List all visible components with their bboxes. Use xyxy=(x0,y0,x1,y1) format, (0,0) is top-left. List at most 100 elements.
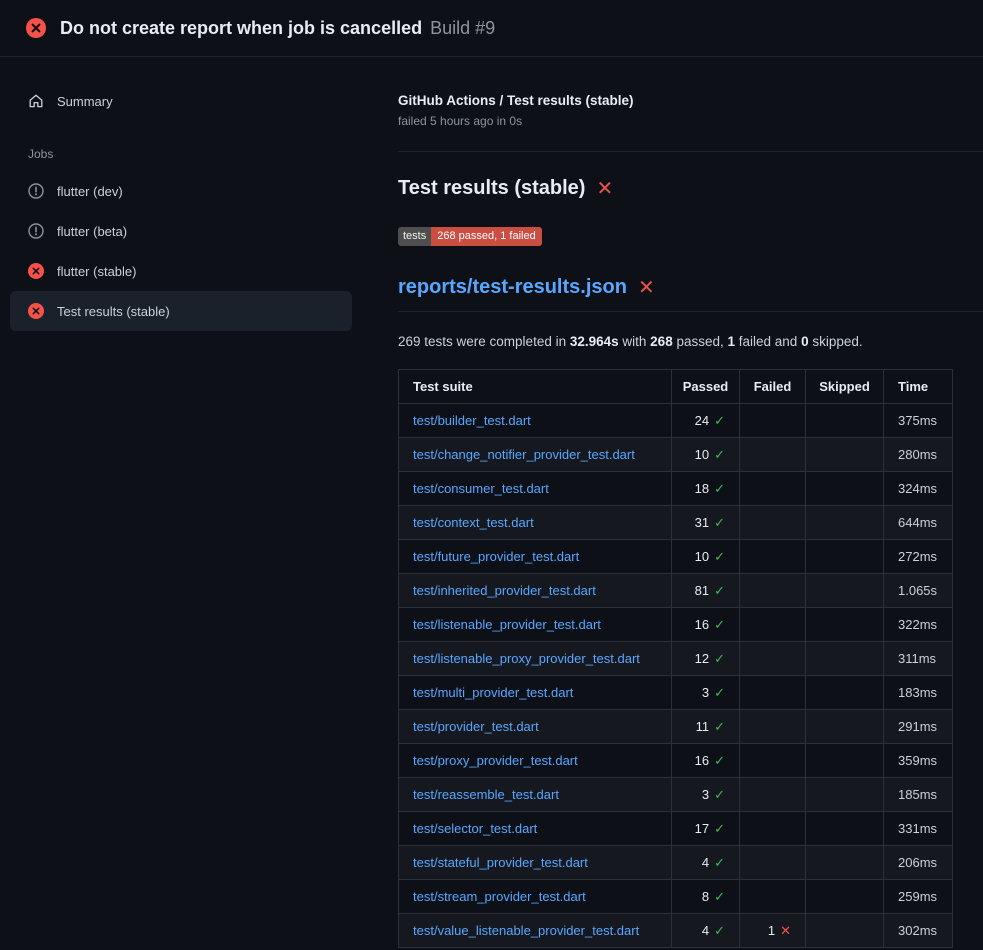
failed-cell xyxy=(740,778,806,812)
suite-cell: test/stream_provider_test.dart xyxy=(399,880,672,914)
passed-count: 4 xyxy=(702,923,709,938)
suite-cell: test/multi_provider_test.dart xyxy=(399,676,672,710)
passed-count: 24 xyxy=(695,413,709,428)
passed-count: 10 xyxy=(695,447,709,462)
fail-x-icon: ✕ xyxy=(780,923,791,938)
suite-cell: test/context_test.dart xyxy=(399,506,672,540)
passed-count: 11 xyxy=(696,719,710,734)
check-icon: ✓ xyxy=(714,481,725,496)
suite-link[interactable]: test/change_notifier_provider_test.dart xyxy=(413,447,635,462)
passed-cell: 16✓ xyxy=(672,608,740,642)
sidebar-item-summary[interactable]: Summary xyxy=(10,81,352,121)
suite-link[interactable]: test/context_test.dart xyxy=(413,515,534,530)
suite-link[interactable]: test/multi_provider_test.dart xyxy=(413,685,573,700)
passed-cell: 4✓ xyxy=(672,846,740,880)
table-row: test/consumer_test.dart 18✓ 324ms xyxy=(399,472,953,506)
passed-count: 8 xyxy=(702,889,709,904)
suite-link[interactable]: test/stateful_provider_test.dart xyxy=(413,855,588,870)
time-cell: 280ms xyxy=(884,438,953,472)
column-header-failed: Failed xyxy=(740,370,806,404)
suite-link[interactable]: test/inherited_provider_test.dart xyxy=(413,583,596,598)
time-value: 185ms xyxy=(898,787,937,802)
skipped-cell xyxy=(806,506,884,540)
suite-cell: test/future_provider_test.dart xyxy=(399,540,672,574)
passed-count: 4 xyxy=(702,855,709,870)
suite-link[interactable]: test/listenable_provider_test.dart xyxy=(413,617,601,632)
passed-cell: 17✓ xyxy=(672,812,740,846)
check-icon: ✓ xyxy=(714,855,725,870)
time-value: 206ms xyxy=(898,855,937,870)
sidebar-item-flutter-dev[interactable]: flutter (dev) xyxy=(10,171,352,211)
passed-cell: 8✓ xyxy=(672,880,740,914)
suite-link[interactable]: test/selector_test.dart xyxy=(413,821,537,836)
failed-cell xyxy=(740,438,806,472)
failed-cell xyxy=(740,608,806,642)
report-heading: reports/test-results.json ✕ xyxy=(398,276,983,312)
sidebar-item-label: Test results (stable) xyxy=(57,304,170,319)
section-title-text: Test results (stable) xyxy=(398,177,585,200)
skipped-cell xyxy=(806,846,884,880)
sidebar-item-test-results-stable[interactable]: Test results (stable) xyxy=(10,291,352,331)
suite-link[interactable]: test/reassemble_test.dart xyxy=(413,787,559,802)
passed-count: 16 xyxy=(695,753,709,768)
suite-link[interactable]: test/provider_test.dart xyxy=(413,719,539,734)
failed-cell xyxy=(740,744,806,778)
table-row: test/proxy_provider_test.dart 16✓ 359ms xyxy=(399,744,953,778)
suite-link[interactable]: test/future_provider_test.dart xyxy=(413,549,579,564)
sidebar-item-label: Summary xyxy=(57,94,113,109)
suite-cell: test/value_listenable_provider_test.dart xyxy=(399,914,672,948)
suite-cell: test/listenable_proxy_provider_test.dart xyxy=(399,642,672,676)
suite-link[interactable]: test/stream_provider_test.dart xyxy=(413,889,586,904)
skipped-cell xyxy=(806,438,884,472)
failed-circle-x-icon xyxy=(28,303,44,319)
time-cell: 644ms xyxy=(884,506,953,540)
failed-cell xyxy=(740,506,806,540)
skipped-cell xyxy=(806,778,884,812)
suite-link[interactable]: test/listenable_proxy_provider_test.dart xyxy=(413,651,640,666)
failed-cell xyxy=(740,540,806,574)
passed-cell: 12 ✓ xyxy=(672,642,740,676)
check-icon: ✓ xyxy=(714,583,725,598)
suite-link[interactable]: test/proxy_provider_test.dart xyxy=(413,753,578,768)
failed-cell xyxy=(740,846,806,880)
time-cell: 359ms xyxy=(884,744,953,778)
failed-cell xyxy=(740,880,806,914)
time-value: 359ms xyxy=(898,753,937,768)
passed-count: 10 xyxy=(695,549,709,564)
cross-mark-icon: ✕ xyxy=(596,179,613,199)
passed-cell: 10✓ xyxy=(672,438,740,472)
passed-cell: 10✓ xyxy=(672,540,740,574)
sidebar-item-label: flutter (dev) xyxy=(57,184,123,199)
report-file-link[interactable]: reports/test-results.json xyxy=(398,276,627,299)
suite-link[interactable]: test/value_listenable_provider_test.dart xyxy=(413,923,639,938)
passed-count: 12 xyxy=(695,651,709,666)
table-row: test/reassemble_test.dart 3✓ 185ms xyxy=(399,778,953,812)
sidebar-item-label: flutter (beta) xyxy=(57,224,127,239)
time-cell: 302ms xyxy=(884,914,953,948)
suite-cell: test/provider_test.dart xyxy=(399,710,672,744)
check-icon: ✓ xyxy=(714,651,725,666)
summary-passed-count: 268 xyxy=(650,334,673,349)
sidebar-item-flutter-stable[interactable]: flutter (stable) xyxy=(10,251,352,291)
skipped-cell xyxy=(806,472,884,506)
check-icon: ✓ xyxy=(714,923,725,938)
sidebar-item-flutter-beta[interactable]: flutter (beta) xyxy=(10,211,352,251)
suite-cell: test/selector_test.dart xyxy=(399,812,672,846)
time-value: 259ms xyxy=(898,889,937,904)
summary-failed-count: 1 xyxy=(728,334,736,349)
passed-count: 81 xyxy=(695,583,709,598)
table-row: test/provider_test.dart 11✓ 291ms xyxy=(399,710,953,744)
sidebar-item-label: flutter (stable) xyxy=(57,264,136,279)
results-table-body: test/builder_test.dart 24✓ 375ms test/ch… xyxy=(399,404,953,948)
neutral-alert-icon xyxy=(28,223,44,239)
passed-cell: 3✓ xyxy=(672,676,740,710)
tests-status-badge: tests 268 passed, 1 failed xyxy=(398,227,542,246)
page-title: Do not create report when job is cancell… xyxy=(60,18,422,39)
check-icon: ✓ xyxy=(714,821,725,836)
suite-link[interactable]: test/builder_test.dart xyxy=(413,413,531,428)
time-value: 311ms xyxy=(898,651,936,666)
suite-link[interactable]: test/consumer_test.dart xyxy=(413,481,549,496)
suite-cell: test/builder_test.dart xyxy=(399,404,672,438)
table-row: test/listenable_provider_test.dart 16✓ 3… xyxy=(399,608,953,642)
time-value: 280ms xyxy=(898,447,937,462)
